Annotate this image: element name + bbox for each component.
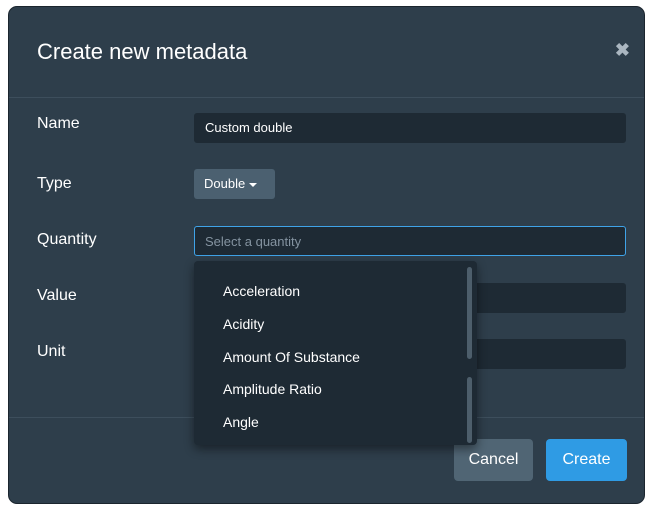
create-button[interactable]: Create bbox=[546, 439, 627, 481]
type-label: Type bbox=[37, 175, 72, 192]
quantity-search-input[interactable] bbox=[194, 226, 626, 256]
dropdown-option[interactable]: Amplitude Ratio bbox=[223, 381, 322, 397]
type-value: Double bbox=[204, 176, 246, 191]
dropdown-option[interactable]: Angle bbox=[223, 414, 259, 430]
name-field[interactable]: Custom double bbox=[194, 113, 626, 143]
cancel-button[interactable]: Cancel bbox=[454, 439, 533, 481]
unit-label: Unit bbox=[37, 343, 66, 360]
modal-title: Create new metadata bbox=[37, 39, 248, 64]
name-label: Name bbox=[37, 115, 80, 132]
quantity-dropdown-menu: Acceleration Acidity Amount Of Substance… bbox=[194, 261, 477, 445]
dropdown-option[interactable]: Acceleration bbox=[223, 283, 300, 299]
value-label: Value bbox=[37, 287, 77, 304]
dropdown-scrollbar[interactable] bbox=[467, 267, 472, 359]
caret-down-icon bbox=[249, 182, 258, 187]
dropdown-option[interactable]: Amount Of Substance bbox=[223, 349, 360, 365]
create-metadata-modal: Create new metadata ✖ Name Custom double… bbox=[8, 6, 645, 504]
dropdown-option[interactable]: Acidity bbox=[223, 316, 264, 332]
type-dropdown-button[interactable]: Double bbox=[194, 169, 275, 199]
close-icon[interactable]: ✖ bbox=[615, 40, 630, 61]
quantity-label: Quantity bbox=[37, 231, 97, 248]
dropdown-scrollbar-lower bbox=[467, 377, 472, 443]
modal-header: Create new metadata ✖ bbox=[9, 7, 644, 98]
